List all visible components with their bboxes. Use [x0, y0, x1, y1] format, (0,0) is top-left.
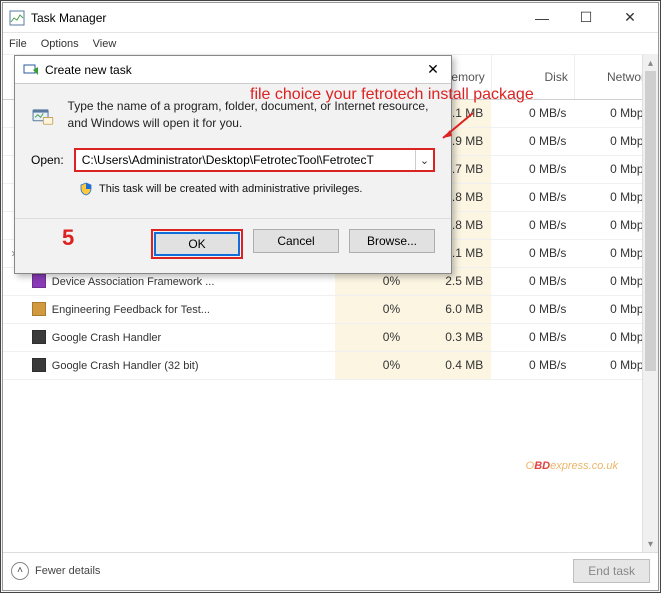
annotation-step-number: 5	[62, 225, 74, 251]
window-controls: — ☐ ✕	[520, 4, 652, 32]
open-combobox[interactable]: ⌄	[74, 148, 435, 172]
process-icon	[32, 302, 46, 316]
process-name: Google Crash Handler (32 bit)	[52, 360, 199, 372]
annotation-instruction: file choice your fetrotech install packa…	[250, 86, 534, 104]
browse-button[interactable]: Browse...	[349, 229, 435, 253]
vertical-scrollbar[interactable]: ▴ ▾	[642, 55, 658, 552]
cpu-cell: 0%	[335, 351, 408, 379]
process-icon	[32, 358, 46, 372]
disk-cell: 0 MB/s	[491, 127, 574, 155]
scrollbar-up[interactable]: ▴	[643, 55, 658, 71]
end-task-button[interactable]: End task	[573, 559, 650, 583]
collapse-icon: ˄	[11, 562, 29, 580]
minimize-button[interactable]: —	[520, 4, 564, 32]
process-name-cell: Engineering Feedback for Test...	[24, 295, 336, 323]
process-icon	[32, 330, 46, 344]
expander-icon[interactable]	[3, 323, 24, 351]
titlebar: Task Manager — ☐ ✕	[3, 3, 658, 33]
dialog-button-row: OK Cancel Browse...	[15, 218, 451, 273]
cpu-cell: 0%	[335, 323, 408, 351]
watermark: OBDexpress.co.uk	[526, 457, 618, 472]
dialog-titlebar[interactable]: Create new task ✕	[15, 56, 451, 84]
cpu-cell: 0%	[335, 295, 408, 323]
taskmgr-icon	[9, 10, 25, 26]
run-dialog-icon	[31, 98, 56, 134]
disk-cell: 0 MB/s	[491, 211, 574, 239]
ok-button[interactable]: OK	[154, 232, 240, 256]
statusbar: ˄ Fewer details End task	[3, 552, 658, 588]
fewer-details-label: Fewer details	[35, 565, 100, 577]
disk-cell: 0 MB/s	[491, 183, 574, 211]
process-name-cell: Google Crash Handler	[24, 323, 336, 351]
process-icon	[32, 274, 46, 288]
process-name: Google Crash Handler	[52, 332, 161, 344]
table-row[interactable]: Google Crash Handler0%0.3 MB0 MB/s0 Mbps	[3, 323, 658, 351]
table-row[interactable]: Google Crash Handler (32 bit) 0%0.4 MB0 M…	[3, 351, 658, 379]
dialog-close-icon[interactable]: ✕	[423, 61, 443, 78]
disk-cell: 0 MB/s	[491, 155, 574, 183]
ok-highlight-box: OK	[151, 229, 243, 259]
memory-cell: 6.0 MB	[408, 295, 491, 323]
process-name: Engineering Feedback for Test...	[52, 304, 210, 316]
expander-icon[interactable]	[3, 295, 24, 323]
memory-cell: 0.4 MB	[408, 351, 491, 379]
menu-file[interactable]: File	[9, 38, 27, 50]
admin-privileges-note: This task will be created with administr…	[79, 182, 435, 196]
expander-icon[interactable]	[3, 351, 24, 379]
close-button[interactable]: ✕	[608, 4, 652, 32]
memory-cell: 0.3 MB	[408, 323, 491, 351]
disk-cell: 0 MB/s	[491, 239, 574, 267]
process-name-cell: Google Crash Handler (32 bit)	[24, 351, 336, 379]
menubar: File Options View	[3, 33, 658, 55]
dialog-title: Create new task	[45, 63, 423, 77]
table-row[interactable]: Engineering Feedback for Test... 0%6.0 MB…	[3, 295, 658, 323]
menu-view[interactable]: View	[93, 38, 117, 50]
scrollbar-down[interactable]: ▾	[643, 536, 658, 552]
chevron-down-icon[interactable]: ⌄	[415, 150, 433, 170]
open-input[interactable]	[76, 150, 415, 170]
annotation-arrow-icon	[438, 108, 478, 148]
process-name: Device Association Framework ...	[52, 276, 215, 288]
window-title: Task Manager	[31, 11, 520, 25]
scrollbar-thumb[interactable]	[645, 71, 656, 371]
admin-note-text: This task will be created with administr…	[99, 183, 363, 195]
run-title-icon	[23, 62, 39, 78]
disk-cell: 0 MB/s	[491, 295, 574, 323]
fewer-details-toggle[interactable]: ˄ Fewer details	[11, 562, 100, 580]
menu-options[interactable]: Options	[41, 38, 79, 50]
cancel-button[interactable]: Cancel	[253, 229, 339, 253]
disk-cell: 0 MB/s	[491, 351, 574, 379]
open-label: Open:	[31, 153, 64, 167]
shield-icon	[79, 182, 93, 196]
disk-cell: 0 MB/s	[491, 267, 574, 295]
disk-cell: 0 MB/s	[491, 323, 574, 351]
maximize-button[interactable]: ☐	[564, 4, 608, 32]
